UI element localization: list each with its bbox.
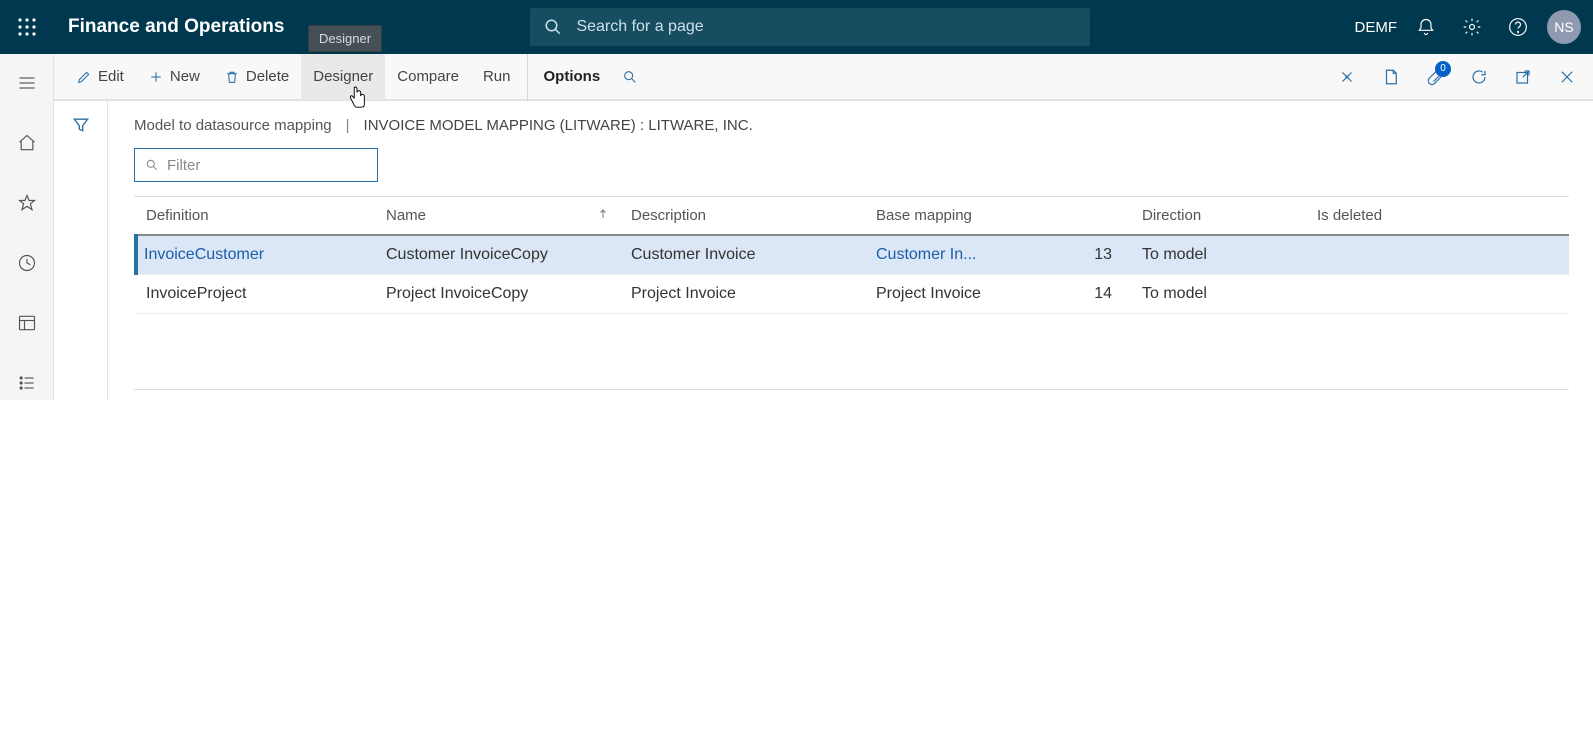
options-label: Options [544, 68, 601, 85]
popout-icon[interactable] [1505, 59, 1541, 95]
action-bar: Edit New Delete Designer Compare Run Opt… [54, 54, 1593, 100]
col-definition[interactable]: Definition [136, 197, 376, 235]
cell-name: Project InvoiceCopy [376, 275, 621, 314]
cell-seq: 13 [1084, 235, 1132, 275]
cell-direction: To model [1132, 235, 1307, 275]
cell-definition[interactable]: InvoiceCustomer [136, 235, 376, 275]
recent-icon[interactable] [0, 246, 54, 280]
data-grid: Definition Name Description Base mapping… [134, 196, 1569, 390]
col-is-deleted[interactable]: Is deleted [1307, 197, 1569, 235]
cell-is_deleted [1307, 275, 1569, 314]
action-search-button[interactable] [612, 54, 648, 100]
topbar-right: DEMF NS [1355, 0, 1593, 54]
table-header-row: Definition Name Description Base mapping… [136, 197, 1569, 235]
refresh-icon[interactable] [1461, 59, 1497, 95]
settings-icon[interactable] [1449, 0, 1495, 54]
pencil-icon [76, 69, 92, 85]
app-launcher-icon[interactable] [0, 0, 54, 54]
delete-label: Delete [246, 68, 289, 85]
grid-filter-input[interactable] [167, 157, 367, 174]
trash-icon [224, 69, 240, 85]
tooltip-designer: Designer [308, 25, 382, 52]
table-row[interactable]: InvoiceProjectProject InvoiceCopyProject… [136, 275, 1569, 314]
page-content: Model to datasource mapping | INVOICE MO… [108, 101, 1593, 400]
global-search-input[interactable] [576, 18, 1076, 36]
cell-base_mapping: Project Invoice [866, 275, 1084, 314]
col-name[interactable]: Name [376, 197, 621, 235]
options-button[interactable]: Options [527, 54, 613, 100]
cell-direction: To model [1132, 275, 1307, 314]
cell-description: Customer Invoice [621, 235, 866, 275]
delete-button[interactable]: Delete [212, 54, 301, 100]
breadcrumb: Model to datasource mapping | INVOICE MO… [134, 117, 1569, 134]
edit-label: Edit [98, 68, 124, 85]
run-button[interactable]: Run [471, 54, 523, 100]
col-base-mapping[interactable]: Base mapping [866, 197, 1132, 235]
app-title: Finance and Operations [68, 16, 284, 38]
grid-filter[interactable] [134, 148, 378, 182]
company-code[interactable]: DEMF [1355, 19, 1398, 36]
page-title: INVOICE MODEL MAPPING (LITWARE) : LITWAR… [364, 117, 753, 134]
filter-pane-icon[interactable] [71, 115, 91, 400]
search-icon [622, 69, 638, 85]
filter-rail [54, 101, 108, 400]
breadcrumb-page: Model to datasource mapping [134, 117, 332, 134]
workspaces-icon[interactable] [0, 306, 54, 340]
col-direction[interactable]: Direction [1132, 197, 1307, 235]
modules-icon[interactable] [0, 366, 54, 400]
home-icon[interactable] [0, 126, 54, 160]
top-nav: Finance and Operations DEMF NS [0, 0, 1593, 54]
designer-button[interactable]: Designer [301, 54, 385, 100]
edit-button[interactable]: Edit [64, 54, 136, 100]
favorites-icon[interactable] [0, 186, 54, 220]
notifications-icon[interactable] [1403, 0, 1449, 54]
col-description[interactable]: Description [621, 197, 866, 235]
compare-label: Compare [397, 68, 459, 85]
user-avatar[interactable]: NS [1547, 10, 1581, 44]
nav-toggle-icon[interactable] [0, 66, 54, 100]
global-search[interactable] [530, 8, 1090, 46]
new-button[interactable]: New [136, 54, 212, 100]
attachments-icon[interactable]: 0 [1417, 59, 1453, 95]
designer-label: Designer [313, 68, 373, 85]
cell-seq: 14 [1084, 275, 1132, 314]
table-row[interactable]: InvoiceCustomerCustomer InvoiceCopyCusto… [136, 235, 1569, 275]
cell-is_deleted [1307, 235, 1569, 275]
left-rail [0, 54, 54, 400]
cell-description: Project Invoice [621, 275, 866, 314]
related-info-icon[interactable] [1329, 59, 1365, 95]
sort-asc-icon [597, 207, 609, 224]
help-icon[interactable] [1495, 0, 1541, 54]
cell-base_mapping[interactable]: Customer In... [866, 235, 1084, 275]
new-label: New [170, 68, 200, 85]
plus-icon [148, 69, 164, 85]
compare-button[interactable]: Compare [385, 54, 471, 100]
run-label: Run [483, 68, 511, 85]
cell-name: Customer InvoiceCopy [376, 235, 621, 275]
search-icon [544, 18, 562, 36]
page-options-icon[interactable] [1373, 59, 1409, 95]
search-icon [145, 158, 159, 172]
cell-definition: InvoiceProject [136, 275, 376, 314]
action-bar-right: 0 [1329, 59, 1593, 95]
avatar-initials: NS [1554, 19, 1573, 35]
attachments-badge: 0 [1435, 61, 1451, 77]
breadcrumb-sep: | [346, 117, 350, 134]
close-icon[interactable] [1549, 59, 1585, 95]
